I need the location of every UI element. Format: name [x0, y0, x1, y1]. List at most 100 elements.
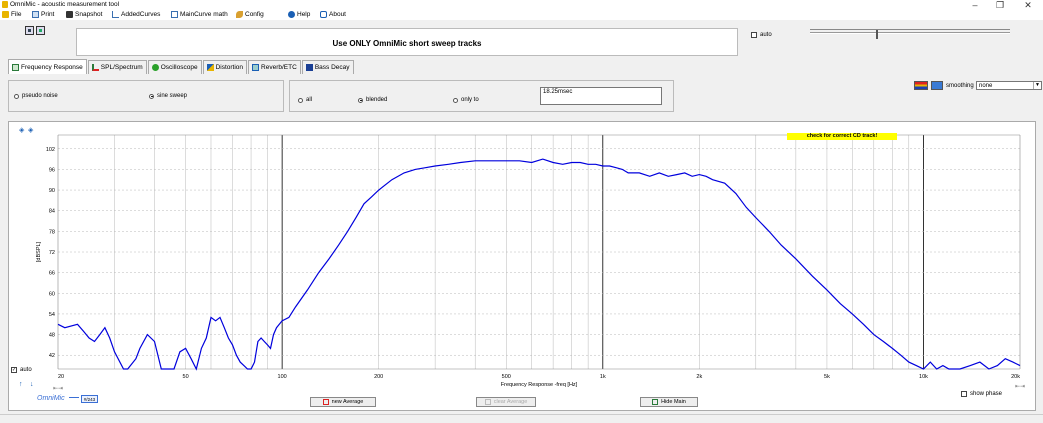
document-icon: [171, 11, 178, 18]
y-tick-label: 96: [49, 167, 55, 173]
show-phase-label: show phase: [970, 391, 1003, 397]
clear-average-label: clear Average: [493, 399, 528, 405]
menu-maincurve-math-label: MainCurve math: [180, 11, 228, 18]
banner-message: Use ONLY OmniMic short sweep tracks: [332, 39, 482, 48]
arrow-down-icon[interactable]: ↓: [30, 381, 34, 388]
reverb-icon: [252, 64, 260, 71]
export-icon[interactable]: [931, 81, 943, 90]
y-tick-label: 48: [49, 333, 55, 339]
auto-top-label: auto: [760, 32, 772, 38]
hide-main-label: Hide Main: [661, 399, 686, 405]
window-title: OmniMic - acoustic measurement tool: [10, 1, 120, 8]
x-axis-label: Frequency Response -freq [Hz]: [501, 382, 578, 388]
menu-snapshot-label: Snapshot: [75, 11, 103, 18]
time-window-input[interactable]: 18.25msec: [540, 87, 662, 105]
auto-scale-checkbox[interactable]: ✓ auto: [11, 367, 32, 373]
x-tick-label: 20k: [1011, 374, 1020, 380]
y-tick-label: 66: [49, 271, 55, 277]
y-axis-label: [dBSPL]: [36, 241, 42, 262]
radio-blended-dot[interactable]: [358, 97, 363, 103]
tab-oscilloscope-label: Oscilloscope: [160, 64, 198, 71]
frequency-response-chart: 42 48 54 60 66 72 78 84 90 96 102 20 50 100 200 500 1k 2k…: [36, 134, 1021, 388]
clear-average-button[interactable]: clear Average: [476, 397, 536, 407]
tab-bass-decay[interactable]: Bass Decay: [301, 60, 354, 74]
maximize-button[interactable]: ❐: [990, 0, 1010, 10]
radio-blended-label: blended: [366, 97, 388, 103]
signal-type-panel: pseudo noise sine sweep: [8, 80, 284, 112]
x-tick-label: 1k: [600, 374, 606, 380]
menu-snapshot[interactable]: Snapshot: [66, 11, 102, 18]
radio-sine-sweep[interactable]: sine sweep: [149, 93, 187, 99]
scroll-right-arrows-icon[interactable]: ⇤⇥: [1015, 383, 1025, 390]
x-tick-label: 20: [58, 374, 64, 380]
menu-print[interactable]: Print: [32, 11, 54, 18]
scroll-left-arrows-icon[interactable]: ⇤⇥: [53, 385, 63, 392]
menu-maincurve-math[interactable]: MainCurve math: [171, 11, 228, 18]
play-icon: [39, 29, 42, 32]
stop-button[interactable]: [25, 26, 34, 35]
radio-all-label: all: [306, 97, 313, 103]
x-tick-label: 10k: [919, 374, 928, 380]
level-slider-thumb[interactable]: [876, 30, 878, 39]
menu-print-label: Print: [41, 11, 55, 18]
tab-distortion[interactable]: Distortion: [202, 60, 248, 74]
auto-top-check-box[interactable]: [751, 32, 757, 38]
tab-reverb-etc-label: Reverb/ETC: [261, 64, 297, 71]
radio-pseudo-noise-label: pseudo noise: [22, 93, 58, 99]
tab-oscilloscope[interactable]: Oscilloscope: [147, 60, 202, 74]
smoothing-label: smoothing: [946, 83, 974, 89]
camera-icon: [66, 11, 73, 18]
arrow-up-icon[interactable]: ↑: [19, 381, 23, 388]
app-icon: [2, 1, 8, 8]
tab-spl-spectrum[interactable]: SPL/Spectrum: [87, 60, 147, 74]
menu-help[interactable]: Help: [288, 11, 310, 18]
folder-icon: [2, 11, 9, 18]
zoom-icon[interactable]: ◈: [19, 126, 24, 134]
radio-pseudo-noise-dot[interactable]: [14, 93, 19, 99]
radio-all[interactable]: all: [298, 97, 312, 103]
window-mode-panel: all blended only to 18.25msec: [289, 80, 674, 112]
tab-frequency-response[interactable]: Frequency Response: [8, 59, 87, 74]
show-phase-checkbox[interactable]: show phase: [961, 391, 1002, 397]
menu-addedcurves-label: AddedCurves: [121, 11, 161, 18]
oscilloscope-icon: [151, 64, 159, 71]
x-tick-label: 2k: [696, 374, 702, 380]
radio-all-dot[interactable]: [298, 97, 303, 103]
radio-only-to[interactable]: only to: [453, 97, 479, 103]
tab-spl-spectrum-label: SPL/Spectrum: [100, 64, 143, 71]
menu-addedcurves[interactable]: AddedCurves: [112, 11, 160, 18]
tab-frequency-response-label: Frequency Response: [21, 63, 83, 71]
show-phase-check-box[interactable]: [961, 391, 967, 397]
new-average-label: new Average: [331, 399, 364, 405]
hide-main-button[interactable]: Hide Main: [640, 397, 698, 407]
printer-icon: [32, 11, 39, 18]
color-palette-icon[interactable]: [914, 81, 928, 90]
new-average-button[interactable]: new Average: [310, 397, 376, 407]
radio-sine-sweep-dot[interactable]: [149, 93, 154, 99]
auto-scale-check-box[interactable]: ✓: [11, 367, 17, 373]
smoothing-select-value: none: [979, 83, 993, 89]
chevron-down-icon: ▼: [1033, 82, 1041, 89]
menu-about[interactable]: About: [320, 11, 346, 18]
menu-config[interactable]: Config: [236, 11, 264, 18]
help-icon: [288, 11, 295, 18]
menu-help-label: Help: [297, 11, 311, 18]
menu-about-label: About: [329, 11, 346, 18]
run-button[interactable]: [36, 26, 45, 35]
radio-only-to-dot[interactable]: [453, 97, 458, 103]
y-tick-label: 42: [49, 353, 55, 359]
smoothing-select[interactable]: none ▼: [976, 81, 1042, 90]
close-button[interactable]: ✕: [1018, 0, 1038, 10]
auto-top-checkbox[interactable]: auto: [751, 32, 772, 38]
x-tick-label: 500: [502, 374, 511, 380]
minimize-button[interactable]: –: [965, 0, 985, 10]
x-tick-label: 5k: [824, 374, 830, 380]
zoom-out-icon[interactable]: ◈: [28, 126, 33, 134]
radio-pseudo-noise[interactable]: pseudo noise: [14, 93, 58, 99]
x-tick-label: 200: [374, 374, 383, 380]
chart-grid: [58, 135, 1020, 369]
tab-reverb-etc[interactable]: Reverb/ETC: [248, 60, 301, 74]
radio-blended[interactable]: blended: [358, 97, 387, 103]
menu-file[interactable]: File: [2, 11, 21, 18]
curve-counter-badge[interactable]: #/243: [81, 395, 98, 403]
